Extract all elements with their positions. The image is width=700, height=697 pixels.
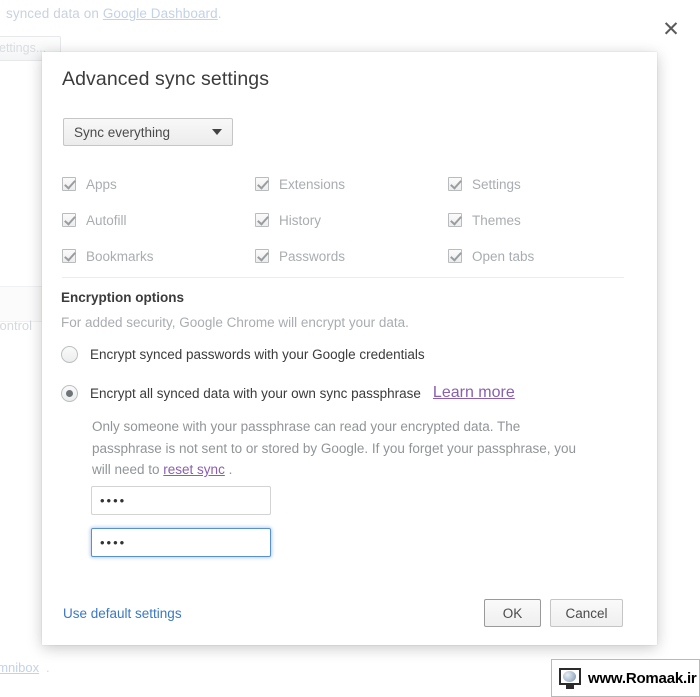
datatype-checkbox-themes[interactable]: Themes [448,202,622,238]
radio-label: Encrypt synced passwords with your Googl… [90,347,425,362]
background-top-text: synced data on Google Dashboard. [6,6,222,21]
globe-monitor-icon [558,667,582,689]
close-icon[interactable]: ✕ [656,14,686,44]
datatype-checkbox-autofill[interactable]: Autofill [62,202,255,238]
datatype-checkbox-settings[interactable]: Settings [448,166,622,202]
checkbox-checked-icon[interactable] [62,177,76,191]
watermark: www.Romaak.ir [551,659,700,697]
checkbox-checked-icon[interactable] [448,213,462,227]
encryption-options-subtext: For added security, Google Chrome will e… [61,315,409,330]
watermark-text: www.Romaak.ir [588,669,697,687]
datatype-checkbox-passwords[interactable]: Passwords [255,238,448,274]
datatype-label: Open tabs [472,248,535,264]
sync-scope-select[interactable]: Sync everything [63,118,233,146]
datatype-label: Passwords [279,248,346,264]
reset-sync-link[interactable]: reset sync [163,462,225,477]
cancel-button[interactable]: Cancel [550,599,623,627]
ok-button[interactable]: OK [484,599,541,627]
datatype-label: Apps [86,176,117,192]
background-control-text: control [0,318,33,333]
checkbox-checked-icon[interactable] [255,177,269,191]
passphrase-description-part2: . [224,462,233,477]
background-omnibox-link[interactable]: omnibox [0,660,39,675]
checkbox-checked-icon[interactable] [255,249,269,263]
datatype-label: Bookmarks [86,248,154,264]
google-dashboard-link[interactable]: Google Dashboard [103,6,218,21]
chevron-down-icon [212,129,222,135]
datatype-label: Settings [472,176,521,192]
passphrase-description: Only someone with your passphrase can re… [92,416,592,481]
checkbox-checked-icon[interactable] [62,213,76,227]
radio-encrypt-own-passphrase[interactable]: Encrypt all synced data with your own sy… [61,384,515,402]
background-top-text-prefix: synced data on [6,6,103,21]
datatype-checkbox-open-tabs[interactable]: Open tabs [448,238,622,274]
radio-encrypt-google-credentials[interactable]: Encrypt synced passwords with your Googl… [61,346,425,363]
datatype-label: Themes [472,212,521,228]
background-omnibox-period: . [46,660,50,675]
learn-more-link[interactable]: Learn more [433,384,515,402]
radio-label: Encrypt all synced data with your own sy… [90,385,421,401]
checkbox-checked-icon[interactable] [255,213,269,227]
checkbox-checked-icon[interactable] [62,249,76,263]
encryption-options-heading: Encryption options [61,290,184,305]
datatype-checkbox-apps[interactable]: Apps [62,166,255,202]
radio-unselected-icon[interactable] [61,346,78,363]
datatype-label: History [279,212,322,228]
datatype-checkbox-history[interactable]: History [255,202,448,238]
passphrase-input[interactable] [91,486,271,515]
datatype-checkbox-extensions[interactable]: Extensions [255,166,448,202]
section-divider [62,277,624,278]
checkbox-checked-icon[interactable] [448,177,462,191]
datatype-label: Extensions [279,176,346,192]
datatype-checkbox-bookmarks[interactable]: Bookmarks [62,238,255,274]
sync-scope-select-value: Sync everything [74,124,171,140]
datatype-label: Autofill [86,212,127,228]
use-default-settings-link[interactable]: Use default settings [63,606,182,621]
background-top-text-suffix: . [217,6,222,21]
confirm-passphrase-input[interactable] [91,528,271,557]
page-title: Advanced sync settings [62,68,270,90]
datatype-checkbox-grid: Apps Extensions Settings Autofill Histor… [62,166,622,274]
radio-selected-icon[interactable] [61,384,78,402]
checkbox-checked-icon[interactable] [448,249,462,263]
